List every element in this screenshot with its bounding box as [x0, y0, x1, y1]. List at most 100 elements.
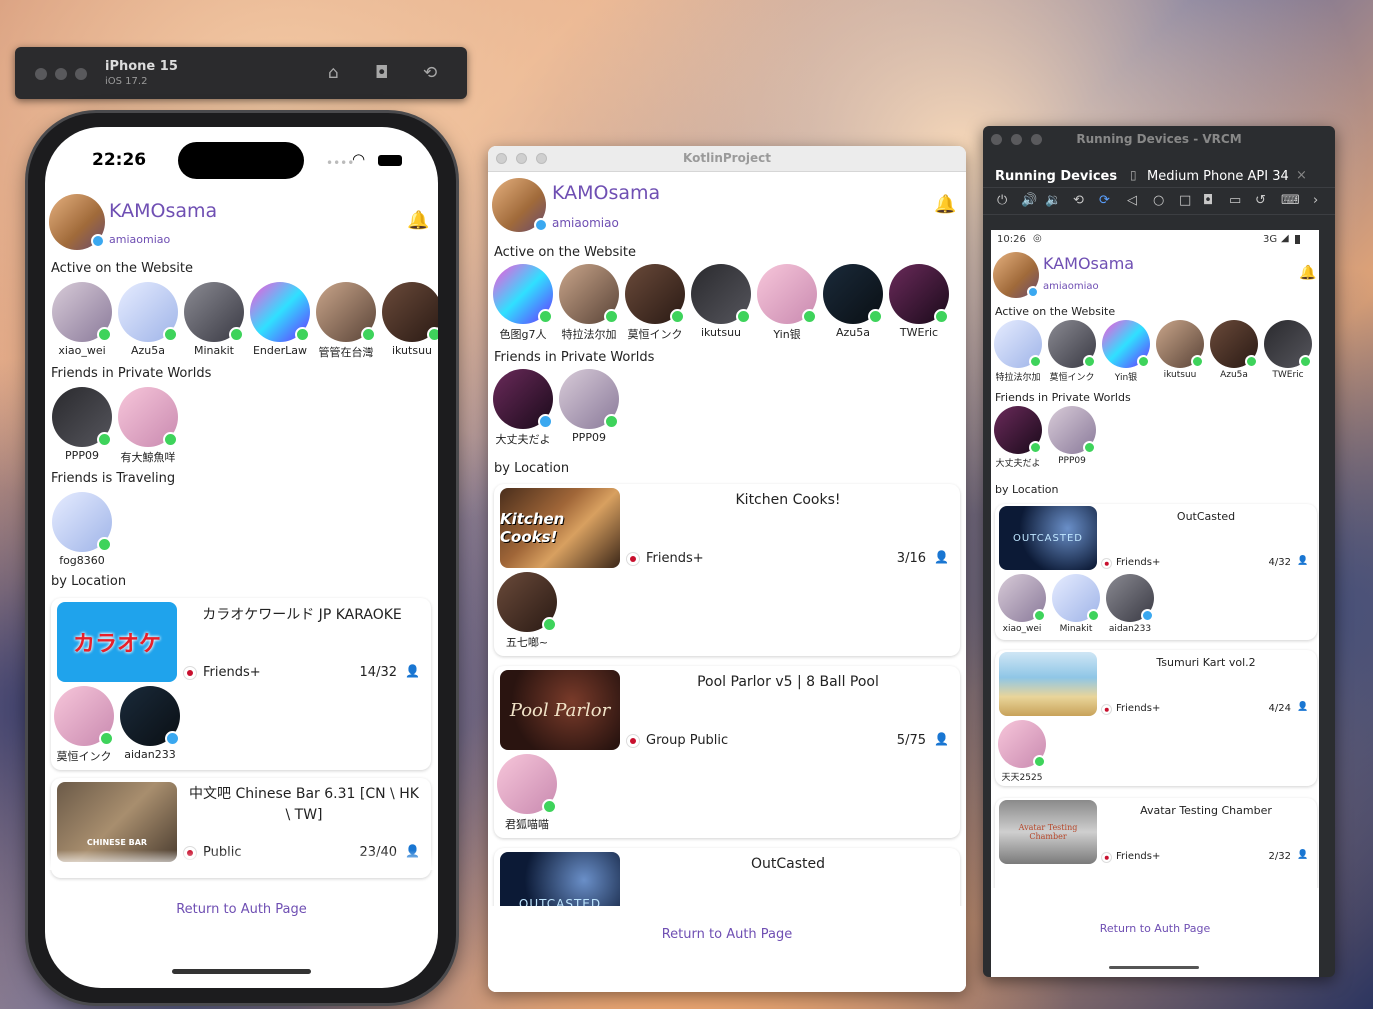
location-card[interactable]: OUTCASTED OutCasted Friends+ 4/32 👤 xiao…: [995, 504, 1317, 640]
friend-name: TWEric: [1272, 370, 1304, 380]
user-display-name: KAMOsama: [109, 200, 218, 222]
instance-type: Friends+: [1116, 703, 1161, 714]
window-zoom-button[interactable]: [75, 68, 87, 80]
friend-name: 君狐喵喵: [505, 818, 549, 831]
rotate-right-icon[interactable]: ⟳: [1099, 193, 1110, 208]
friend-item[interactable]: Azu5a: [820, 264, 886, 339]
overview-icon[interactable]: □: [1179, 193, 1191, 208]
location-card[interactable]: カラオケ カラオケワールド JP KARAOKE Friends+ 14/32 …: [51, 598, 431, 770]
screenshot-icon[interactable]: ◘: [375, 63, 388, 83]
list-fade: [45, 850, 438, 870]
online-status-dot: [670, 309, 685, 324]
power-icon[interactable]: ⏻: [997, 193, 1007, 208]
phone-icon: ▯: [1130, 168, 1137, 182]
device-toolbar: ⏻ 🔊 🔉 ⟲ ⟳ ◁ ○ □ ◘ ▭ ↺ ⌨ ›: [983, 187, 1335, 215]
friend-avatar: [118, 387, 178, 447]
friend-item[interactable]: Azu5a: [115, 282, 181, 357]
friend-name: 天天2525: [1001, 773, 1043, 783]
friend-item[interactable]: Yin银: [1099, 320, 1153, 383]
volume-down-icon[interactable]: 🔉: [1045, 193, 1061, 208]
rotate-icon[interactable]: ⟲: [423, 63, 437, 83]
friend-item[interactable]: aidan233: [117, 686, 183, 761]
back-icon[interactable]: ◁: [1127, 193, 1137, 208]
friend-item[interactable]: 大丈夫だよ: [490, 369, 556, 447]
location-card[interactable]: Kitchen Cooks! Kitchen Cooks! Friends+ 3…: [494, 484, 960, 656]
friend-item[interactable]: ikutsuu: [1153, 320, 1207, 380]
friend-name: Minakit: [1059, 624, 1093, 634]
reset-icon[interactable]: ↺: [1255, 193, 1266, 208]
friend-name: 大丈夫だよ: [995, 459, 1041, 469]
friend-item[interactable]: Azu5a: [1207, 320, 1261, 380]
friend-item[interactable]: 特拉法尔加: [556, 264, 622, 342]
friend-item[interactable]: TWEric: [886, 264, 952, 339]
bell-icon[interactable]: 🔔: [1299, 265, 1316, 281]
signal-icon: ••••: [326, 156, 355, 170]
friend-avatar: [625, 264, 685, 324]
desktop-app: KAMOsama amiaomiao 🔔 Active on the Websi…: [488, 172, 966, 992]
friend-item[interactable]: PPP09: [1045, 406, 1099, 466]
tab-device[interactable]: Medium Phone API 34: [1147, 169, 1289, 184]
friend-item[interactable]: 特拉法尔加: [991, 320, 1045, 383]
chevron-right-icon[interactable]: ›: [1313, 193, 1318, 208]
friend-avatar: [1156, 320, 1204, 368]
friend-item[interactable]: 天天2525: [995, 720, 1049, 783]
friend-item[interactable]: PPP09: [49, 387, 115, 462]
friend-avatar: [316, 282, 376, 342]
friend-item[interactable]: Minakit: [1049, 574, 1103, 634]
location-card[interactable]: Pool Parlor Pool Parlor v5 | 8 Ball Pool…: [494, 666, 960, 838]
friend-item[interactable]: Yin银: [754, 264, 820, 342]
user-count: 4/32: [1268, 557, 1291, 568]
volume-up-icon[interactable]: 🔊: [1021, 193, 1037, 208]
bell-icon[interactable]: 🔔: [934, 194, 956, 215]
home-icon[interactable]: ⌂: [328, 63, 339, 83]
friend-name: ikutsuu: [700, 326, 742, 339]
friend-item[interactable]: TWEric: [1261, 320, 1315, 380]
friend-item[interactable]: aidan233: [1103, 574, 1157, 634]
online-status-dot: [1191, 355, 1204, 368]
friend-item[interactable]: ikutsuu: [688, 264, 754, 339]
return-auth-link[interactable]: Return to Auth Page: [488, 927, 966, 942]
emulator-screen: 10:26 ◎ 3G ◢ KAMOsama amiaomiao 🔔 Active…: [991, 230, 1319, 977]
friend-item[interactable]: ikutsuu: [379, 282, 438, 357]
friend-item[interactable]: 色图g7人: [490, 264, 556, 342]
friend-avatar: [559, 369, 619, 429]
window-close-button[interactable]: [35, 68, 47, 80]
online-status-dot: [538, 414, 553, 429]
tab-running-devices[interactable]: Running Devices: [995, 169, 1117, 184]
return-auth-link[interactable]: Return to Auth Page: [991, 922, 1319, 935]
user-display-name: KAMOsama: [1043, 254, 1135, 273]
friend-item[interactable]: 莫恒インク: [622, 264, 688, 342]
friend-item[interactable]: xiao_wei: [49, 282, 115, 357]
friend-item[interactable]: PPP09: [556, 369, 622, 444]
friend-item[interactable]: 管管在台灣: [313, 282, 379, 360]
person-icon: 👤: [934, 550, 949, 564]
location-card[interactable]: Tsumuri Kart vol.2 Friends+ 4/24 👤 天天252…: [995, 650, 1317, 786]
friend-item[interactable]: EnderLaw: [247, 282, 313, 357]
friend-item[interactable]: fog8360: [49, 492, 115, 567]
friend-item[interactable]: 莫恒インク: [1045, 320, 1099, 383]
friend-item[interactable]: 大丈夫だよ: [991, 406, 1045, 469]
friend-name: aidan233: [1108, 624, 1152, 634]
friend-item[interactable]: 五七啷~: [494, 572, 560, 650]
friend-item[interactable]: 君狐喵喵: [494, 754, 560, 832]
friend-avatar: [118, 282, 178, 342]
rotate-left-icon[interactable]: ⟲: [1073, 193, 1084, 208]
friend-name: Azu5a: [130, 344, 165, 357]
bell-icon[interactable]: 🔔: [407, 210, 429, 231]
return-auth-link[interactable]: Return to Auth Page: [45, 902, 438, 917]
world-thumbnail-text: OUTCASTED: [1012, 532, 1083, 544]
screenshot-icon[interactable]: ◘: [1203, 193, 1213, 208]
friend-item[interactable]: 莫恒インク: [51, 686, 117, 764]
home-icon[interactable]: ○: [1153, 193, 1164, 208]
desktop-window: KotlinProject KAMOsama amiaomiao 🔔 Activ…: [488, 146, 966, 992]
friend-item[interactable]: 有大鯨魚咩: [115, 387, 181, 465]
region-flag-icon: [626, 552, 640, 566]
friend-avatar: [1210, 320, 1258, 368]
record-icon[interactable]: ▭: [1229, 193, 1241, 208]
close-tab-icon[interactable]: ×: [1296, 168, 1307, 183]
window-minimize-button[interactable]: [55, 68, 67, 80]
friend-item[interactable]: Minakit: [181, 282, 247, 357]
world-thumbnail-text: Pool Parlor: [509, 699, 611, 721]
keyboard-icon[interactable]: ⌨: [1281, 193, 1300, 208]
friend-item[interactable]: xiao_wei: [995, 574, 1049, 634]
